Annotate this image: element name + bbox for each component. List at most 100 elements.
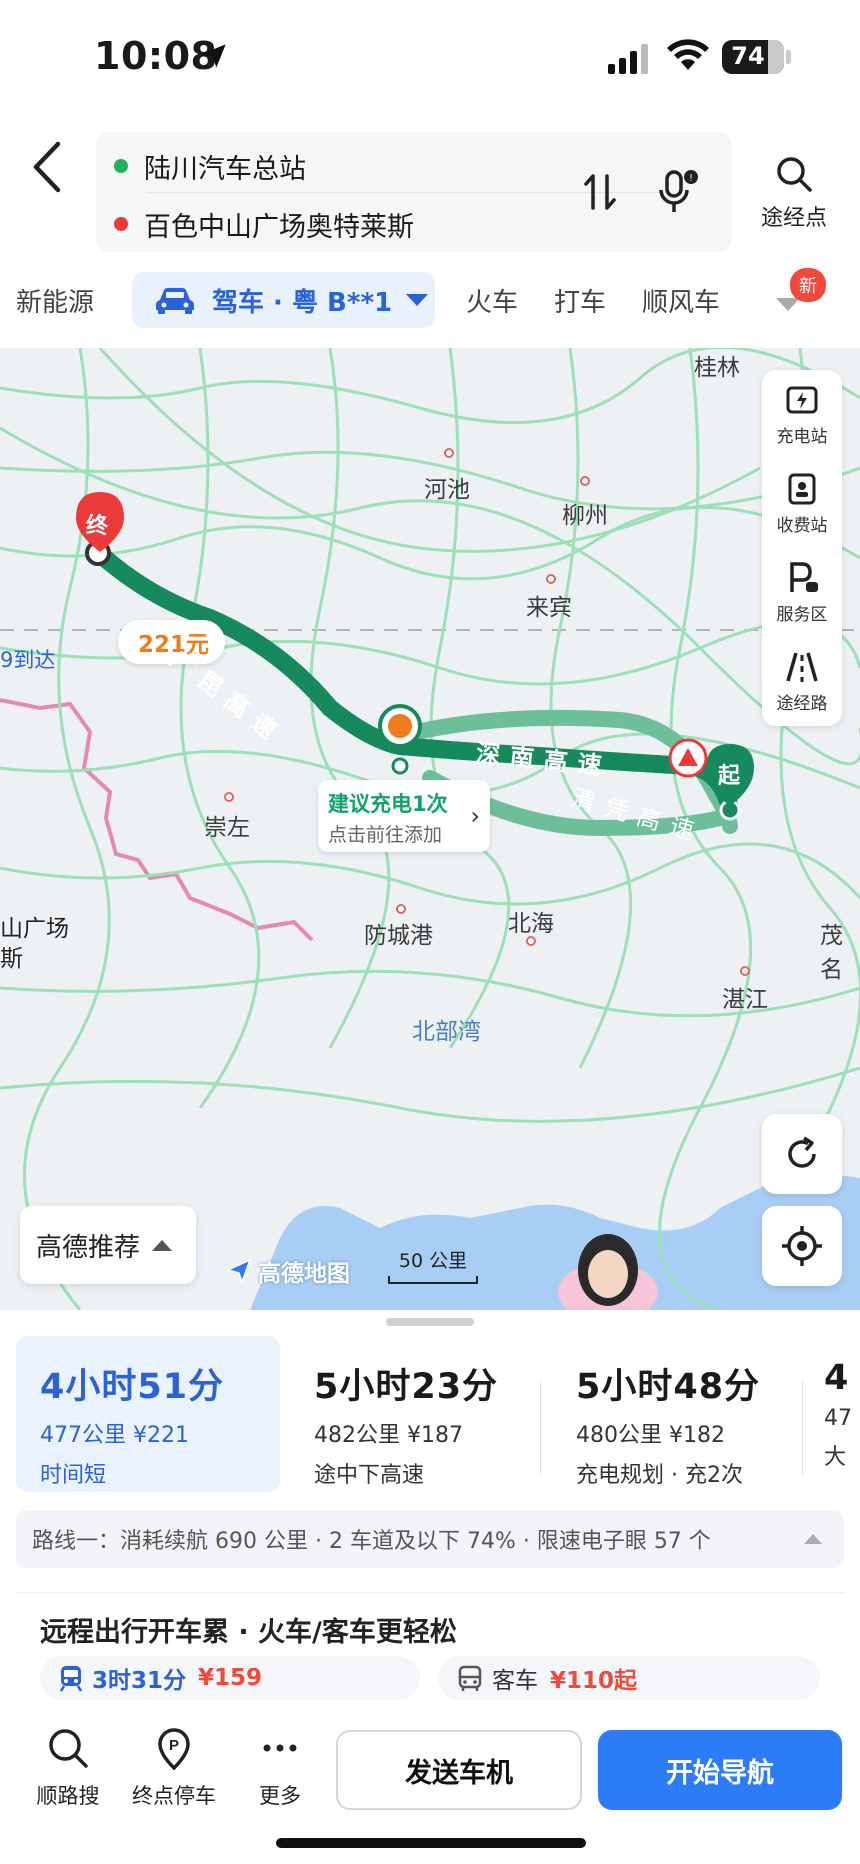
charge-title: 建议充电1次 bbox=[328, 792, 448, 816]
search-along-button[interactable]: 顺路搜 bbox=[18, 1726, 118, 1810]
tab-carpool[interactable]: 顺风车 bbox=[642, 282, 720, 319]
amap-logo-icon bbox=[225, 1258, 252, 1285]
service-area-icon bbox=[790, 562, 818, 592]
train-price: ¥159 bbox=[198, 1665, 263, 1691]
end-field[interactable]: 百色中山广场奥特莱斯 bbox=[114, 198, 414, 250]
tool-charging-station[interactable]: 充电站 bbox=[762, 370, 842, 459]
transport-mode-tabs: 新能源 驾车 · 粤 B**1 火车 打车 顺风车 bbox=[0, 272, 860, 332]
end-parking-button[interactable]: P 终点停车 bbox=[124, 1726, 224, 1810]
sheet-grab-handle[interactable] bbox=[386, 1318, 474, 1326]
home-indicator bbox=[276, 1838, 586, 1848]
bus-option-chip[interactable]: 客车 ¥110起 bbox=[438, 1656, 820, 1700]
city-dot-zhanjiang bbox=[740, 966, 750, 976]
route-summary-bar[interactable]: 路线一：消耗续航 690 公里 · 2 车道及以下 74% · 限速电子眼 57… bbox=[16, 1510, 844, 1568]
route-time: 4 bbox=[824, 1358, 850, 1398]
promo-title: 远程出行开车累 · 火车/客车更轻松 bbox=[40, 1617, 457, 1648]
map-tools-panel: 充电站 收费站 服务区 途经路 bbox=[762, 370, 842, 726]
route-preference-dropdown[interactable]: 高德推荐 bbox=[20, 1206, 196, 1284]
city-chongzuo: 崇左 bbox=[204, 815, 250, 841]
route-option-2[interactable]: 5小时23分 482公里 ¥187 途中下高速 bbox=[290, 1336, 540, 1492]
bus-icon bbox=[458, 1665, 482, 1691]
tab-taxi[interactable]: 打车 bbox=[554, 282, 606, 319]
route-option-4[interactable]: 4 47 大 bbox=[812, 1336, 860, 1492]
tool-via-road-label: 途经路 bbox=[776, 694, 828, 714]
tab-train[interactable]: 火车 bbox=[466, 282, 518, 319]
send-to-car-button[interactable]: 发送车机 bbox=[336, 1730, 582, 1810]
city-laibin: 来宾 bbox=[526, 595, 572, 621]
city-dot-laibin bbox=[546, 574, 556, 584]
route-summary-text: 路线一：消耗续航 690 公里 · 2 车道及以下 74% · 限速电子眼 57… bbox=[32, 1529, 711, 1554]
start-navigation-button[interactable]: 开始导航 bbox=[598, 1730, 842, 1810]
destination-map-label: 山广场斯 bbox=[0, 914, 69, 974]
tool-toll-label: 收费站 bbox=[776, 516, 828, 536]
route-option-3[interactable]: 5小时48分 480公里 ¥182 充电规划 · 充2次 bbox=[552, 1336, 802, 1492]
locate-me-button[interactable] bbox=[762, 1206, 842, 1286]
route-time: 4小时51分 bbox=[40, 1367, 225, 1407]
more-dots-icon bbox=[263, 1744, 297, 1752]
charge-suggestion-callout[interactable]: 建议充电1次 点击前往添加 › bbox=[318, 780, 490, 852]
add-waypoint-button[interactable]: 途经点 bbox=[752, 154, 836, 232]
toll-station-icon bbox=[788, 473, 816, 505]
charge-point bbox=[391, 757, 409, 775]
tool-via-road[interactable]: 途经路 bbox=[762, 637, 842, 726]
drive-label: 驾车 · 粤 B**1 bbox=[212, 287, 393, 318]
locate-icon bbox=[782, 1226, 822, 1266]
more-button[interactable]: 更多 bbox=[230, 1726, 330, 1810]
map-scale-bar bbox=[388, 1276, 478, 1284]
city-maoming: 茂名 bbox=[820, 923, 843, 983]
route-meta: 480公里 ¥182 bbox=[576, 1423, 725, 1448]
microphone-icon[interactable]: ! bbox=[656, 166, 700, 216]
train-time: 3时31分 bbox=[92, 1668, 187, 1694]
swap-icon[interactable] bbox=[582, 170, 618, 214]
city-dot-hechi bbox=[444, 448, 454, 458]
city-dot-liuzhou bbox=[580, 476, 590, 486]
more-modes-chevron-icon[interactable] bbox=[776, 298, 800, 311]
start-dot-icon bbox=[114, 159, 128, 173]
map-scale-label: 50 公里 bbox=[398, 1250, 468, 1272]
destination-eta: 9到达 bbox=[0, 648, 56, 672]
tool-toll-station[interactable]: 收费站 bbox=[762, 459, 842, 548]
end-location: 百色中山广场奥特莱斯 bbox=[144, 211, 414, 243]
logo-text: 高德地图 bbox=[258, 1261, 350, 1287]
route-separator bbox=[802, 1380, 803, 1476]
refresh-route-button[interactable] bbox=[762, 1114, 842, 1194]
tool-service-label: 服务区 bbox=[776, 605, 828, 625]
chevron-up-icon bbox=[152, 1239, 173, 1251]
refresh-icon bbox=[788, 1136, 816, 1168]
assistant-avatar[interactable] bbox=[556, 1222, 660, 1310]
location-arrow-icon bbox=[202, 44, 226, 68]
bottom-action-bar: 顺路搜 P 终点停车 更多 发送车机 开始导航 bbox=[0, 1700, 860, 1830]
tool-service-area[interactable]: 服务区 bbox=[762, 548, 842, 637]
route-tag: 时间短 bbox=[40, 1463, 107, 1488]
city-beihai: 北海 bbox=[508, 911, 554, 937]
tab-new-energy[interactable]: 新能源 bbox=[16, 282, 94, 319]
bus-label: 客车 bbox=[492, 1668, 538, 1694]
dest-label-line1: 山广场 bbox=[0, 916, 69, 942]
divider bbox=[16, 1592, 844, 1593]
svg-text:P: P bbox=[169, 1737, 179, 1754]
city-guilin: 桂林 bbox=[694, 355, 740, 381]
car-icon bbox=[156, 288, 194, 314]
start-field[interactable]: 陆川汽车总站 bbox=[114, 140, 306, 192]
city-hechi: 河池 bbox=[424, 477, 470, 503]
tab-drive[interactable]: 驾车 · 粤 B**1 bbox=[132, 272, 435, 328]
road-icon bbox=[786, 652, 818, 682]
end-dot-icon bbox=[114, 217, 128, 231]
chevron-down-icon bbox=[406, 294, 429, 306]
city-liuzhou: 柳州 bbox=[562, 503, 608, 529]
battery-indicator: 74 bbox=[722, 40, 784, 74]
train-option-chip[interactable]: 3时31分 ¥159 bbox=[40, 1656, 420, 1700]
dest-label-line2: 斯 bbox=[0, 946, 23, 972]
chevron-up-icon bbox=[804, 1534, 822, 1544]
route-option-1[interactable]: 4小时51分 477公里 ¥221 时间短 bbox=[16, 1336, 280, 1492]
back-button[interactable] bbox=[28, 138, 68, 196]
more-label: 更多 bbox=[259, 1784, 301, 1808]
search-icon bbox=[777, 157, 812, 192]
tool-charging-label: 充电站 bbox=[776, 427, 828, 447]
map-view[interactable]: 山广场斯 9到达 终 起 221元 建议充电1次 点击前往添加 › 广昆高速 深… bbox=[0, 348, 860, 1310]
parking-icon: P bbox=[158, 1728, 190, 1771]
route-meta: 477公里 ¥221 bbox=[40, 1423, 189, 1448]
route-input-box: 陆川汽车总站 百色中山广场奥特莱斯 ! bbox=[96, 132, 732, 252]
route-meta: 47 bbox=[824, 1406, 852, 1431]
chevron-right-icon: › bbox=[470, 802, 480, 830]
